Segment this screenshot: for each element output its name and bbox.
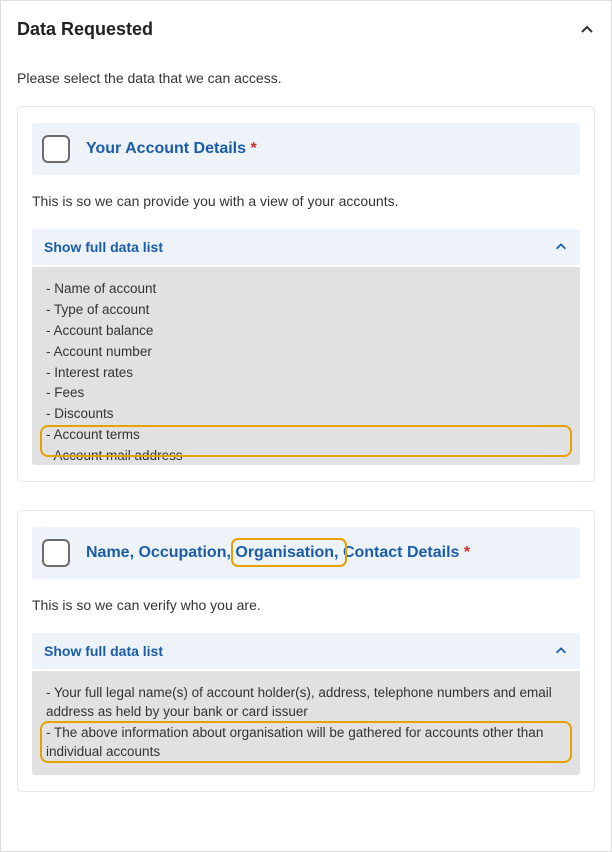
list-item-text: Account mail address xyxy=(54,448,183,463)
section-contact-details: Name, Occupation, Organisation, Contact … xyxy=(17,510,595,792)
checkbox-account[interactable] xyxy=(42,135,70,163)
list-item: - Your full legal name(s) of account hol… xyxy=(46,683,566,723)
list-item-text: The above information about organisation… xyxy=(46,725,543,759)
section-desc: This is so we can verify who you are. xyxy=(32,597,580,613)
section-title-post: Contact Details xyxy=(343,544,459,561)
page-title: Data Requested xyxy=(17,19,153,40)
section-title-hi: Organisation, xyxy=(235,544,338,561)
list-item: - Account balance xyxy=(46,321,566,342)
list-item-text: Fees xyxy=(54,385,84,400)
expand-toggle-account[interactable]: Show full data list xyxy=(32,229,580,265)
required-asterisk: * xyxy=(250,140,256,157)
expand-toggle-contact[interactable]: Show full data list xyxy=(32,633,580,669)
list-item: - Account mail address xyxy=(46,446,566,465)
section-title: Your Account Details xyxy=(86,140,246,157)
list-item: - Account number xyxy=(46,342,566,363)
checkbox-title-contact: Name, Occupation, Organisation, Contact … xyxy=(86,544,470,562)
list-item-text: Account number xyxy=(54,344,152,359)
section-title-pre: Name, Occupation, xyxy=(86,544,231,561)
list-item: - Discounts xyxy=(46,404,566,425)
checkbox-row-contact[interactable]: Name, Occupation, Organisation, Contact … xyxy=(32,527,580,579)
list-item: - Type of account xyxy=(46,300,566,321)
section-title-highlighted: Organisation, xyxy=(235,544,343,561)
list-item-text: Your full legal name(s) of account holde… xyxy=(46,685,552,719)
data-requested-panel: Data Requested Please select the data th… xyxy=(0,0,612,852)
list-item-text: Type of account xyxy=(54,302,149,317)
section-account-details: Your Account Details * This is so we can… xyxy=(17,106,595,482)
panel-header: Data Requested xyxy=(17,19,595,40)
instruction-text: Please select the data that we can acces… xyxy=(17,70,595,86)
list-item-text: Discounts xyxy=(54,406,113,421)
list-item: - Fees xyxy=(46,383,566,404)
section-desc: This is so we can provide you with a vie… xyxy=(32,193,580,209)
list-item-text: Interest rates xyxy=(54,365,133,380)
list-item-text: Account balance xyxy=(54,323,154,338)
data-list-contact: - Your full legal name(s) of account hol… xyxy=(32,671,580,775)
chevron-up-icon[interactable] xyxy=(579,22,595,38)
chevron-up-icon xyxy=(554,644,568,658)
list-item-text: Account terms xyxy=(54,427,140,442)
list-item-text: Name of account xyxy=(54,281,156,296)
expand-label: Show full data list xyxy=(44,239,163,255)
list-item: - Name of account xyxy=(46,279,566,300)
chevron-up-icon xyxy=(554,240,568,254)
list-item: - Account terms xyxy=(46,425,566,446)
data-list-account: - Name of account - Type of account - Ac… xyxy=(32,267,580,465)
checkbox-row-account[interactable]: Your Account Details * xyxy=(32,123,580,175)
list-item: - The above information about organisati… xyxy=(46,723,566,763)
checkbox-title-account: Your Account Details * xyxy=(86,140,257,158)
expand-label: Show full data list xyxy=(44,643,163,659)
list-item: - Interest rates xyxy=(46,363,566,384)
required-asterisk: * xyxy=(464,544,470,561)
checkbox-contact[interactable] xyxy=(42,539,70,567)
